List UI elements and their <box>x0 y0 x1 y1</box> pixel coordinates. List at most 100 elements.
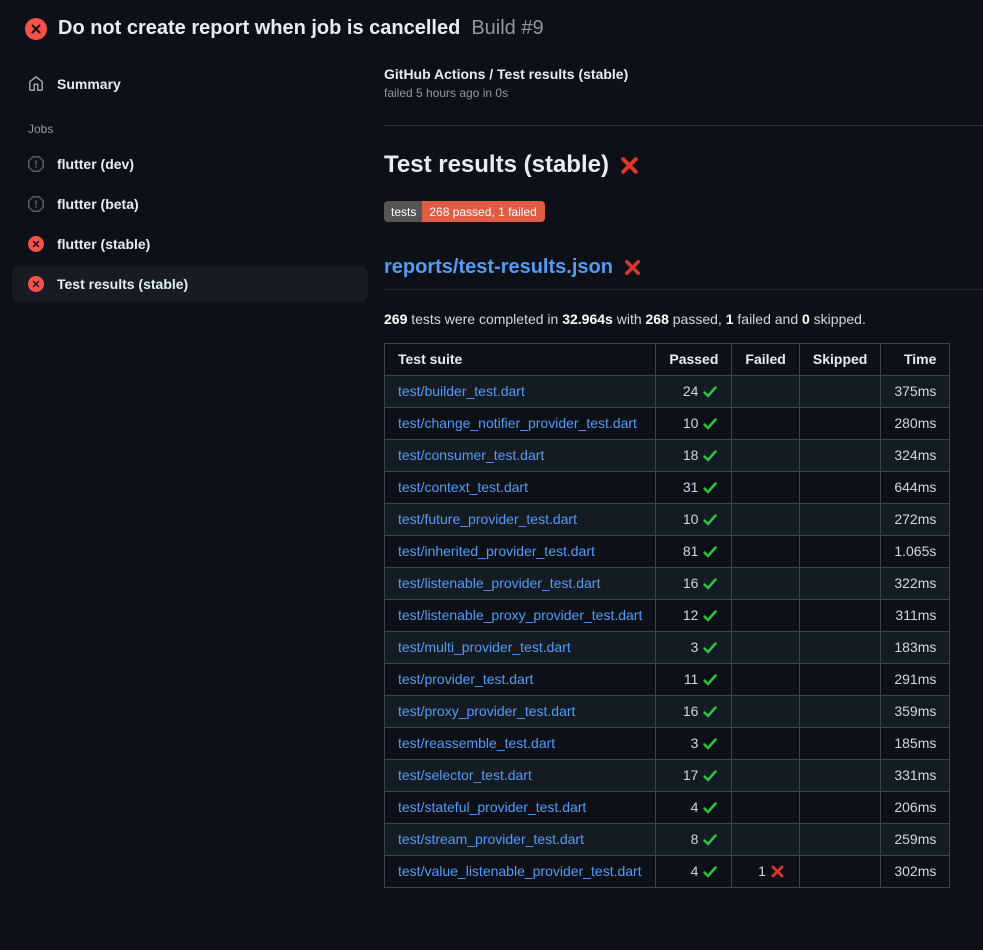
table-row: test/listenable_provider_test.dart 16 322m… <box>385 568 950 600</box>
passed-cell: 10 <box>656 504 732 536</box>
test-suite-link[interactable]: test/builder_test.dart <box>398 383 525 399</box>
skipped-cell <box>799 824 880 856</box>
time-cell: 331ms <box>881 760 950 792</box>
passed-cell: 4 <box>656 856 732 888</box>
passed-cell: 8 <box>656 824 732 856</box>
skipped-cell <box>799 728 880 760</box>
passed-cell: 31 <box>656 472 732 504</box>
test-suite-link[interactable]: test/listenable_provider_test.dart <box>398 575 600 591</box>
failed-cell: 1 <box>732 856 799 888</box>
test-suite-link[interactable]: test/proxy_provider_test.dart <box>398 703 575 719</box>
x-circle-fill-icon <box>28 236 44 252</box>
test-suite-link[interactable]: test/stateful_provider_test.dart <box>398 799 586 815</box>
passed-cell-count: 81 <box>683 541 699 562</box>
table-row: test/listenable_proxy_provider_test.dart… <box>385 600 950 632</box>
test-suite-cell: test/listenable_proxy_provider_test.dart <box>385 600 656 632</box>
test-suite-link[interactable]: test/reassemble_test.dart <box>398 735 555 751</box>
report-file-link[interactable]: reports/test-results.json <box>384 256 613 279</box>
home-icon <box>28 76 44 92</box>
time-cell: 311ms <box>881 600 950 632</box>
failed-cell-count: 1 <box>758 861 766 882</box>
test-suite-link[interactable]: test/selector_test.dart <box>398 767 532 783</box>
passed-cell-count: 10 <box>683 413 699 434</box>
test-suite-cell: test/stream_provider_test.dart <box>385 824 656 856</box>
time-cell: 322ms <box>881 568 950 600</box>
test-results-table: Test suite Passed Failed Skipped Time te… <box>384 343 950 888</box>
check-mark-icon <box>702 640 718 656</box>
passed-cell-count: 3 <box>691 733 699 754</box>
failed-cell <box>732 824 799 856</box>
sidebar-job-item[interactable]: flutter (dev) <box>12 146 368 182</box>
skipped-cell <box>799 568 880 600</box>
test-suite-cell: test/reassemble_test.dart <box>385 728 656 760</box>
test-suite-link[interactable]: test/stream_provider_test.dart <box>398 831 584 847</box>
section-title: Test results (stable) <box>384 151 609 179</box>
jobs-list: flutter (dev) flutter (beta) flutter (stab… <box>12 146 368 302</box>
badge-value: 268 passed, 1 failed <box>422 201 544 222</box>
test-suite-link[interactable]: test/provider_test.dart <box>398 671 533 687</box>
sidebar-job-item[interactable]: Test results (stable) <box>12 266 368 302</box>
passed-cell: 11 <box>656 664 732 696</box>
column-header-time: Time <box>881 344 950 376</box>
passed-cell-count: 16 <box>683 701 699 722</box>
x-circle-fill-icon <box>25 18 47 40</box>
test-suite-link[interactable]: test/consumer_test.dart <box>398 447 544 463</box>
check-mark-icon <box>702 608 718 624</box>
test-suite-cell: test/listenable_provider_test.dart <box>385 568 656 600</box>
check-mark-icon <box>702 672 718 688</box>
time-cell: 291ms <box>881 664 950 696</box>
test-suite-cell: test/proxy_provider_test.dart <box>385 696 656 728</box>
cross-mark-icon <box>619 155 640 176</box>
table-row: test/provider_test.dart 11 291ms <box>385 664 950 696</box>
test-suite-link[interactable]: test/inherited_provider_test.dart <box>398 543 595 559</box>
jobs-section-label: Jobs <box>12 114 368 142</box>
test-suite-cell: test/provider_test.dart <box>385 664 656 696</box>
test-suite-link[interactable]: test/multi_provider_test.dart <box>398 639 571 655</box>
passed-cell: 16 <box>656 696 732 728</box>
skipped-cell <box>799 856 880 888</box>
failed-cell <box>732 440 799 472</box>
stop-icon <box>28 156 44 172</box>
test-suite-link[interactable]: test/listenable_proxy_provider_test.dart <box>398 607 642 623</box>
failed-cell <box>732 632 799 664</box>
tests-summary-line: 269 tests were completed in 32.964s with… <box>384 311 983 327</box>
sidebar-item-summary[interactable]: Summary <box>12 66 368 102</box>
summary-number: 1 <box>726 311 734 327</box>
summary-number: 32.964s <box>562 311 613 327</box>
passed-cell-count: 16 <box>683 573 699 594</box>
test-suite-link[interactable]: test/future_provider_test.dart <box>398 511 577 527</box>
test-suite-link[interactable]: test/value_listenable_provider_test.dart <box>398 863 642 879</box>
x-circle-fill-icon <box>28 276 44 292</box>
time-cell: 302ms <box>881 856 950 888</box>
failed-cell <box>732 568 799 600</box>
column-header-failed: Failed <box>732 344 799 376</box>
passed-cell-count: 8 <box>691 829 699 850</box>
table-header-row: Test suite Passed Failed Skipped Time <box>385 344 950 376</box>
job-label: flutter (stable) <box>57 236 150 252</box>
passed-cell: 12 <box>656 600 732 632</box>
failed-cell <box>732 696 799 728</box>
table-row: test/reassemble_test.dart 3 185ms <box>385 728 950 760</box>
tests-badge[interactable]: tests 268 passed, 1 failed <box>384 201 545 222</box>
table-row: test/inherited_provider_test.dart811.065… <box>385 536 950 568</box>
check-mark-icon <box>702 704 718 720</box>
sidebar-job-item[interactable]: flutter (beta) <box>12 186 368 222</box>
test-suite-cell: test/change_notifier_provider_test.dart <box>385 408 656 440</box>
check-mark-icon <box>702 768 718 784</box>
table-row: test/context_test.dart31644ms <box>385 472 950 504</box>
failed-cell <box>732 376 799 408</box>
run-title: Do not create report when job is cancell… <box>58 17 460 40</box>
passed-cell: 4 <box>656 792 732 824</box>
passed-cell-count: 4 <box>691 861 699 882</box>
test-suite-link[interactable]: test/change_notifier_provider_test.dart <box>398 415 637 431</box>
badge-label: tests <box>384 201 422 222</box>
summary-number: 268 <box>646 311 669 327</box>
sidebar-job-item[interactable]: flutter (stable) <box>12 226 368 262</box>
failed-cell <box>732 472 799 504</box>
check-mark-icon <box>702 448 718 464</box>
test-suite-link[interactable]: test/context_test.dart <box>398 479 528 495</box>
check-mark-icon <box>702 512 718 528</box>
passed-cell: 3 <box>656 728 732 760</box>
passed-cell-count: 11 <box>684 669 699 690</box>
time-cell: 185ms <box>881 728 950 760</box>
